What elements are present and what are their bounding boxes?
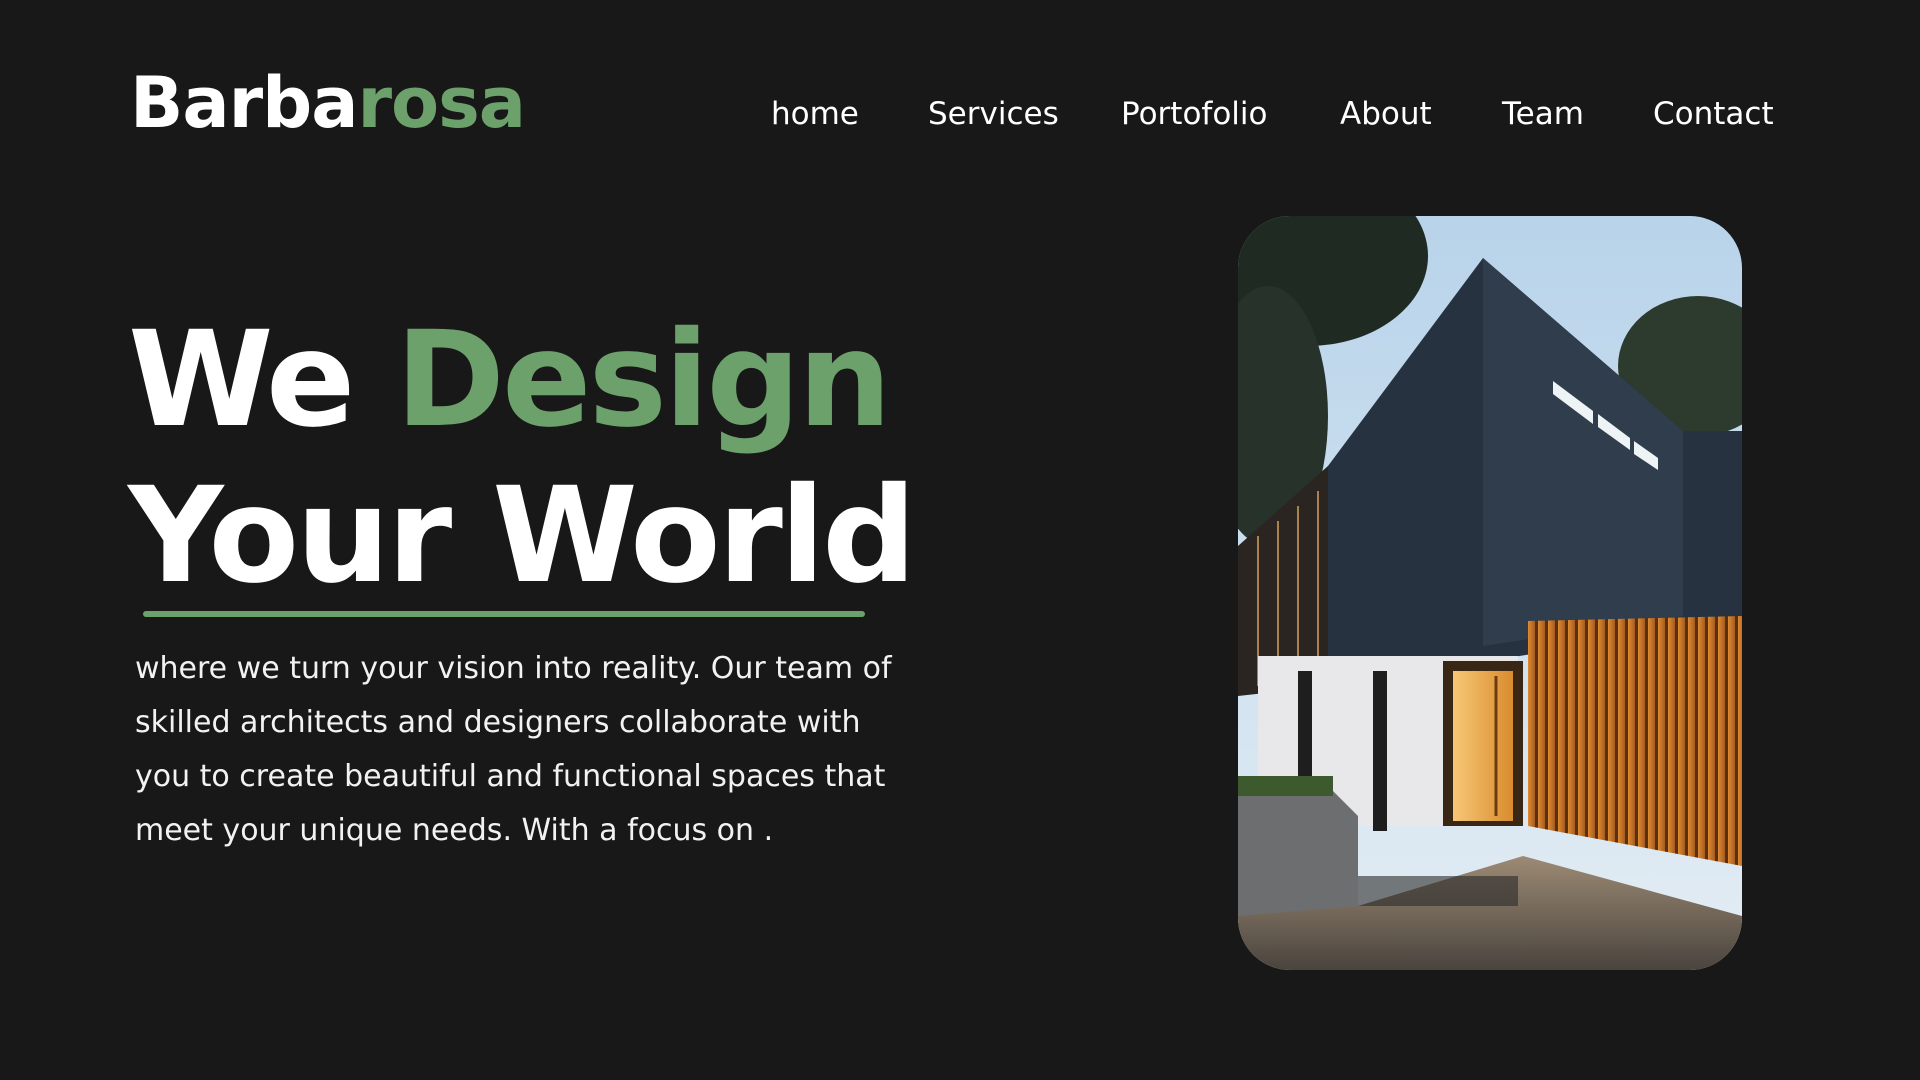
hero-description: where we turn your vision into reality. …: [135, 651, 892, 848]
title-underline: [143, 611, 865, 617]
modern-house-illustration: [1238, 216, 1742, 970]
hero-title-word-we: We: [128, 303, 355, 457]
nav-link-contact[interactable]: Contact: [1653, 92, 1774, 136]
nav-link-services[interactable]: Services: [928, 92, 1059, 136]
main-nav: home Services Portofolio About Team Cont…: [0, 92, 1920, 136]
hero-image: [1238, 216, 1742, 970]
hero-title: We Design Your World: [128, 302, 917, 614]
nav-link-home[interactable]: home: [771, 92, 859, 136]
nav-link-team[interactable]: Team: [1502, 92, 1584, 136]
hero-title-line2: Your World: [128, 459, 917, 613]
nav-link-portofolio[interactable]: Portofolio: [1121, 92, 1268, 136]
hero-title-word-design: Design: [395, 303, 891, 457]
nav-link-about[interactable]: About: [1340, 92, 1432, 136]
